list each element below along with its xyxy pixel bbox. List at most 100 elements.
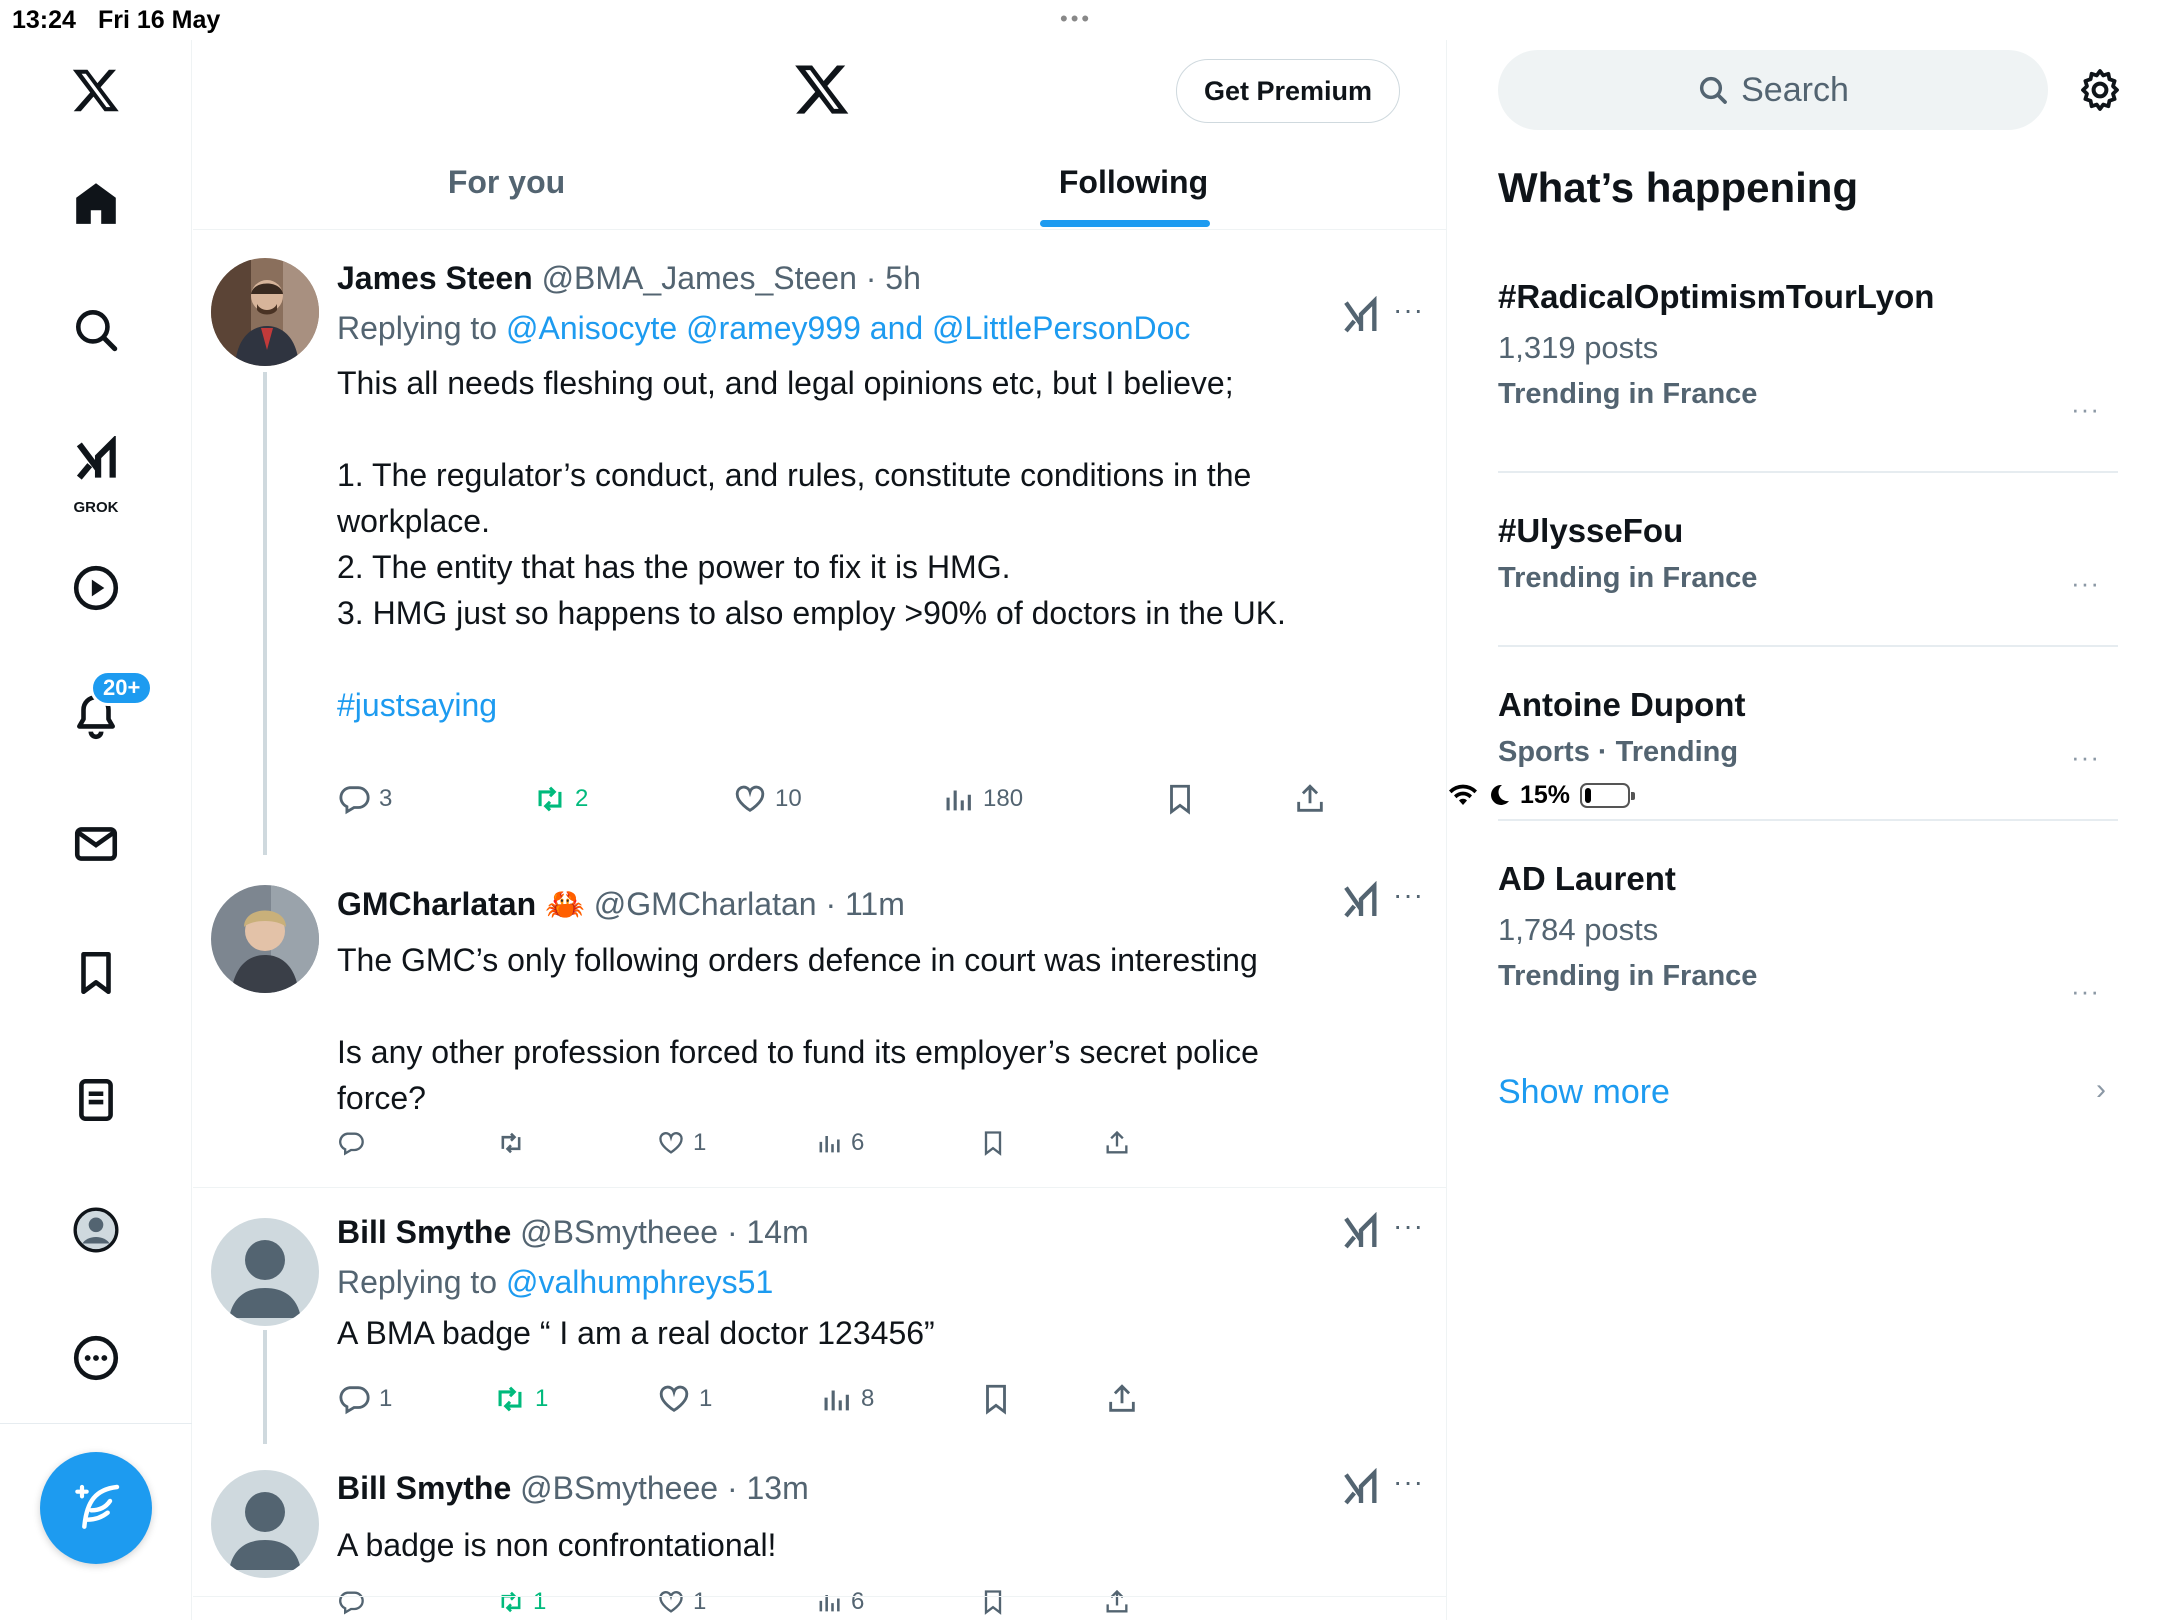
messages-icon[interactable] <box>56 804 136 884</box>
grok-icon[interactable] <box>1341 296 1381 336</box>
repost-button[interactable]: 2 <box>533 782 588 816</box>
tweet-header: James Steen @BMA_James_Steen · 5h <box>337 260 921 297</box>
trend-post-count: 1,319 posts <box>1498 330 1659 365</box>
author-handle[interactable]: @GMCharlatan <box>594 886 817 922</box>
thread-line <box>263 372 267 855</box>
tweet-time[interactable]: 5h <box>885 260 921 296</box>
trend-more-icon[interactable]: ··· <box>2071 568 2100 599</box>
replying-to-links[interactable]: @valhumphreys51 <box>506 1264 773 1300</box>
show-more-link[interactable]: Show more <box>1498 1073 1670 1112</box>
chevron-right-icon[interactable]: › <box>2096 1073 2106 1107</box>
search-icon[interactable] <box>56 290 136 370</box>
tweet-time[interactable]: 13m <box>747 1470 809 1506</box>
tweet-bill-smythe-2[interactable]: Bill Smythe @BSmytheee · 13m ··· A badge… <box>193 1444 1447 1620</box>
replying-to-links[interactable]: @Anisocyte @ramey999 and @LittlePersonDo… <box>506 310 1190 346</box>
trend-divider <box>1498 645 2118 647</box>
tweet-time[interactable]: 14m <box>747 1214 809 1250</box>
grok-icon[interactable]: GROK <box>56 420 136 520</box>
repost-button[interactable] <box>497 1129 533 1157</box>
author-name[interactable]: James Steen <box>337 260 533 296</box>
trend-more-icon[interactable]: ··· <box>2071 394 2100 425</box>
search-input[interactable]: Search <box>1498 50 2048 130</box>
repost-button[interactable]: 1 <box>493 1382 548 1416</box>
hashtag-link[interactable]: #justsaying <box>337 682 1347 728</box>
avatar[interactable] <box>211 258 319 366</box>
bookmark-button[interactable] <box>979 1129 1007 1157</box>
bookmarks-icon[interactable] <box>56 933 136 1013</box>
views-button[interactable]: 6 <box>815 1129 864 1157</box>
trend-item[interactable]: #RadicalOptimismTourLyon 1,319 posts Tre… <box>1498 278 2118 458</box>
tab-following[interactable]: Following <box>820 140 1447 230</box>
share-button[interactable] <box>1103 1129 1131 1157</box>
thread-line <box>263 1330 267 1444</box>
share-button[interactable] <box>1103 1588 1131 1616</box>
reply-button[interactable] <box>337 1129 373 1157</box>
grok-icon[interactable] <box>1341 1212 1381 1252</box>
repost-icon <box>501 1591 521 1613</box>
views-count: 180 <box>983 785 1024 812</box>
lists-icon[interactable] <box>56 1060 136 1140</box>
tweet-bill-smythe-1[interactable]: Bill Smythe @BSmytheee · 14m Replying to… <box>193 1188 1447 1444</box>
share-button[interactable] <box>1105 1382 1139 1416</box>
tweet-more-icon[interactable]: ··· <box>1393 1210 1424 1242</box>
tweet-time[interactable]: 11m <box>845 886 905 922</box>
like-button[interactable]: 1 <box>657 1129 706 1157</box>
tweet-actions: 1 1 1 8 <box>337 1382 1337 1422</box>
compose-button[interactable] <box>40 1452 152 1564</box>
grok-icon[interactable] <box>1341 881 1381 921</box>
like-icon <box>659 1385 689 1412</box>
repost-count: 1 <box>535 1385 549 1412</box>
reply-button[interactable]: 3 <box>337 782 392 816</box>
author-handle[interactable]: @BSmytheee <box>520 1214 718 1250</box>
avatar[interactable] <box>211 1470 319 1578</box>
home-icon[interactable] <box>56 163 136 243</box>
tweet-james-steen[interactable]: James Steen @BMA_James_Steen · 5h Replyi… <box>193 230 1447 855</box>
multitasking-dots[interactable]: ••• <box>1060 6 1092 32</box>
tweet-gmcharlatan[interactable]: GMCharlatan 🦀 @GMCharlatan · 11m ··· The… <box>193 855 1447 1187</box>
like-button[interactable]: 1 <box>657 1382 712 1416</box>
profile-icon[interactable] <box>56 1190 136 1270</box>
notifications-icon[interactable]: 20+ <box>56 670 154 756</box>
video-icon[interactable] <box>56 548 136 628</box>
tweet-line: The GMC’s only following orders defence … <box>337 942 1258 978</box>
reply-button[interactable]: 1 <box>337 1382 392 1416</box>
trend-item[interactable]: Antoine Dupont Sports · Trending ··· <box>1498 686 2118 806</box>
trend-item[interactable]: AD Laurent 1,784 posts Trending in Franc… <box>1498 860 2118 1040</box>
tweet-more-icon[interactable]: ··· <box>1393 294 1424 326</box>
views-button[interactable]: 180 <box>941 782 1023 816</box>
views-button[interactable]: 8 <box>819 1382 874 1416</box>
avatar[interactable] <box>211 1218 319 1326</box>
x-logo-icon[interactable] <box>793 60 851 118</box>
bookmark-icon <box>984 1590 1002 1615</box>
tweet-more-icon[interactable]: ··· <box>1393 1466 1424 1498</box>
tweet-more-icon[interactable]: ··· <box>1393 879 1424 911</box>
views-button[interactable]: 6 <box>815 1588 864 1616</box>
trend-more-icon[interactable]: ··· <box>2071 742 2100 773</box>
like-button[interactable]: 1 <box>657 1588 706 1616</box>
bookmark-button[interactable] <box>1163 782 1197 816</box>
trend-item[interactable]: #UlysseFou Trending in France ··· <box>1498 512 2118 632</box>
search-placeholder: Search <box>1741 70 1849 109</box>
tweet-line <box>337 636 1347 682</box>
avatar[interactable] <box>211 885 319 993</box>
repost-button[interactable]: 1 <box>497 1588 546 1616</box>
get-premium-button[interactable]: Get Premium <box>1176 59 1400 123</box>
like-button[interactable]: 10 <box>733 782 802 816</box>
more-icon[interactable] <box>56 1318 136 1398</box>
trend-more-icon[interactable]: ··· <box>2071 976 2100 1007</box>
reply-button[interactable] <box>337 1588 373 1616</box>
tab-for-you-label: For you <box>447 164 566 200</box>
bookmark-button[interactable] <box>979 1382 1013 1416</box>
settings-icon[interactable] <box>2076 66 2124 114</box>
author-handle[interactable]: @BMA_James_Steen <box>542 260 857 296</box>
author-handle[interactable]: @BSmytheee <box>520 1470 718 1506</box>
author-name[interactable]: Bill Smythe <box>337 1470 511 1506</box>
grok-icon[interactable] <box>1341 1468 1381 1508</box>
author-name[interactable]: GMCharlatan 🦀 <box>337 886 585 922</box>
repost-count: 2 <box>575 785 589 812</box>
share-button[interactable] <box>1293 782 1327 816</box>
author-name[interactable]: Bill Smythe <box>337 1214 511 1250</box>
bookmark-button[interactable] <box>979 1588 1007 1616</box>
x-logo-icon[interactable] <box>56 50 136 130</box>
tab-for-you[interactable]: For you <box>193 140 820 230</box>
